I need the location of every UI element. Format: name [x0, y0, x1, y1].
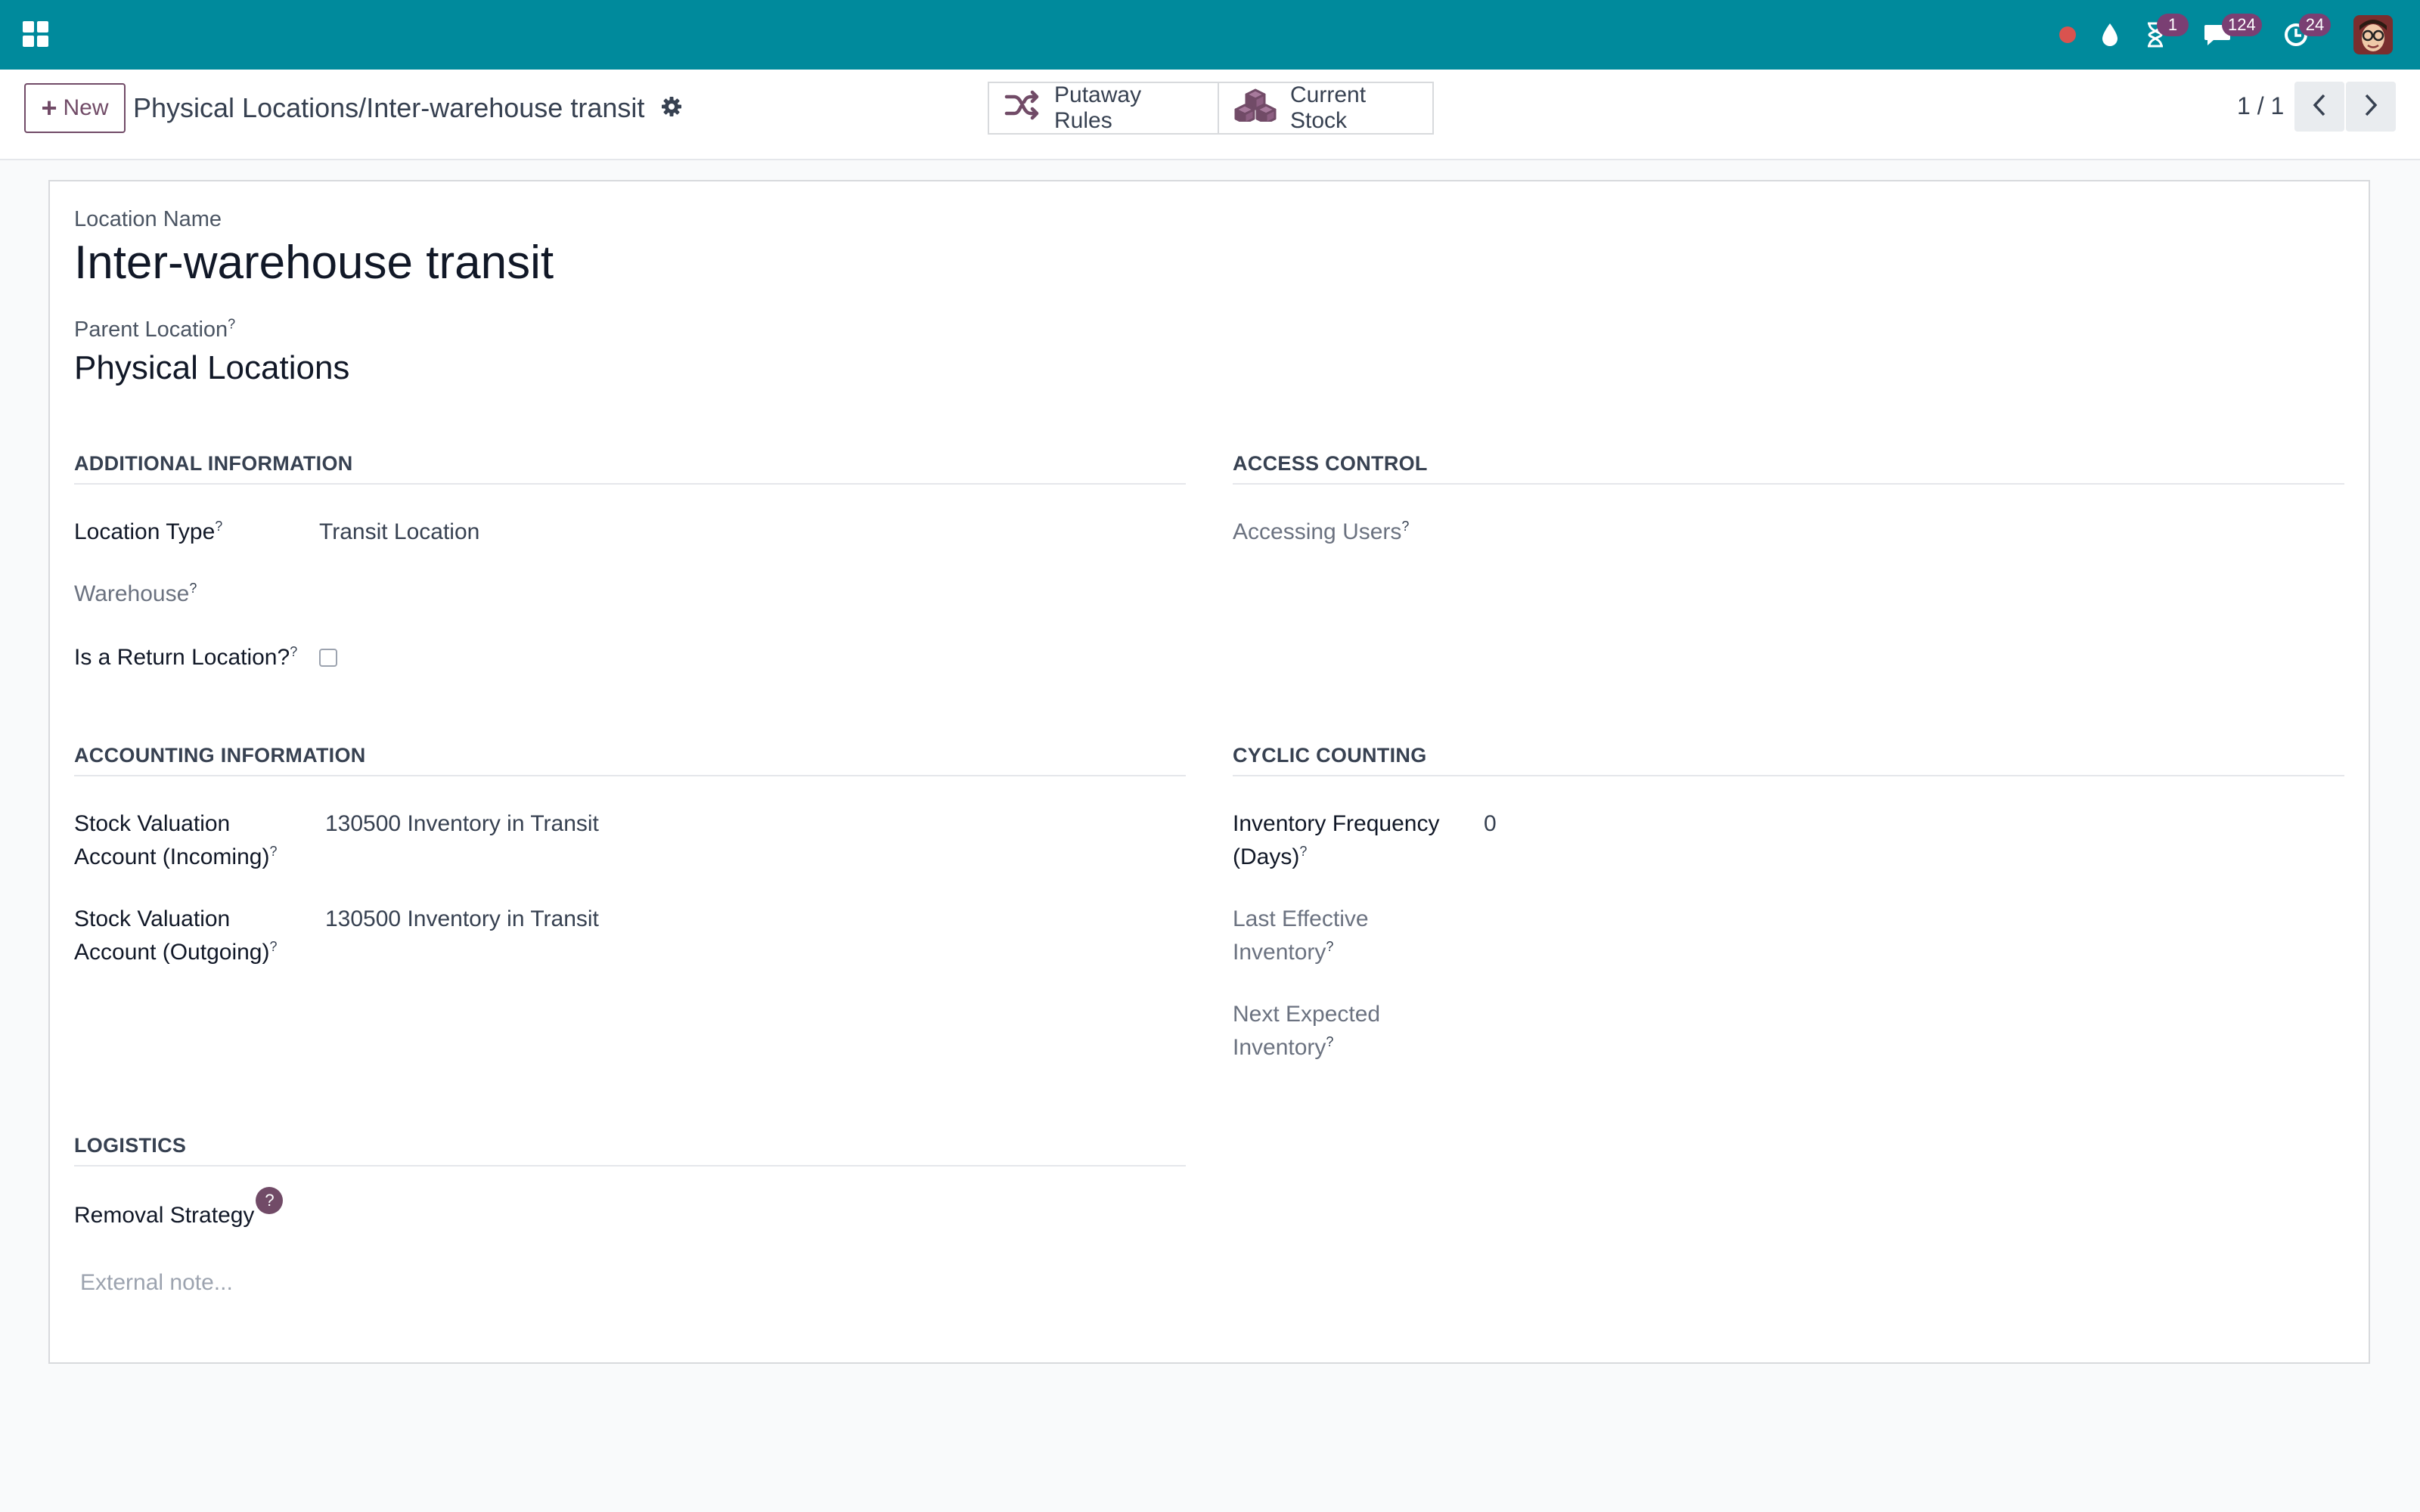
breadcrumb-current: Inter-warehouse transit	[366, 92, 645, 123]
warehouse-label: Warehouse?	[74, 581, 197, 606]
activity-badge: 1	[2157, 14, 2189, 36]
parent-location-label: Parent Location?	[74, 316, 236, 342]
valuation-outgoing-field[interactable]: 130500 Inventory in Transit	[325, 903, 599, 936]
warehouse-help[interactable]: ?	[189, 581, 197, 596]
cyclic-counting-heading: CYCLIC COUNTING	[1233, 744, 2344, 776]
pager-value[interactable]: 1 / 1	[2237, 92, 2284, 120]
inventory-frequency-help[interactable]: ?	[1299, 844, 1307, 859]
return-location-checkbox[interactable]	[319, 649, 337, 667]
chat-badge: 124	[2222, 14, 2262, 36]
valuation-incoming-help[interactable]: ?	[269, 844, 277, 859]
cubes-icon	[1234, 88, 1277, 128]
new-record-button[interactable]: + New	[24, 83, 126, 133]
location-type-label: Location Type?	[74, 519, 223, 544]
location-type-select[interactable]: Transit Location	[319, 516, 479, 549]
valuation-incoming-field[interactable]: 130500 Inventory in Transit	[325, 807, 599, 841]
additional-information-heading: ADDITIONAL INFORMATION	[74, 452, 1186, 485]
next-expected-inventory-help[interactable]: ?	[1326, 1034, 1333, 1049]
new-button-label: New	[63, 95, 109, 120]
pager-next-button[interactable]	[2346, 82, 2396, 132]
chevron-left-icon	[2310, 93, 2328, 121]
user-avatar[interactable]	[2353, 15, 2393, 54]
activity-hourglass-icon[interactable]: 1	[2140, 14, 2189, 54]
parent-location-help[interactable]: ?	[228, 316, 235, 331]
shuffle-icon	[1004, 90, 1041, 126]
breadcrumb: Physical Locations/Inter-warehouse trans…	[133, 92, 682, 124]
return-location-label: Is a Return Location??	[74, 644, 298, 670]
valuation-incoming-label: Stock Valuation Account (Incoming)?	[74, 811, 278, 869]
last-effective-inventory-label: Last Effective Inventory?	[1233, 906, 1369, 965]
clock-badge: 24	[2299, 14, 2331, 36]
chat-icon[interactable]: 124	[2201, 14, 2262, 54]
current-stock-button[interactable]: Current Stock	[1218, 82, 1432, 133]
valuation-outgoing-label: Stock Valuation Account (Outgoing)?	[74, 906, 278, 965]
putaway-rules-label: Putaway Rules	[1054, 82, 1142, 133]
record-dot-icon[interactable]	[2054, 15, 2081, 54]
last-effective-inventory-help[interactable]: ?	[1326, 939, 1333, 954]
access-control-heading: ACCESS CONTROL	[1233, 452, 2344, 485]
putaway-rules-button[interactable]: Putaway Rules	[989, 82, 1218, 133]
location-name-label: Location Name	[74, 207, 222, 231]
smart-buttons: Putaway Rules Current Stock	[988, 82, 1434, 135]
breadcrumb-separator: /	[358, 92, 367, 123]
clock-icon[interactable]: 24	[2281, 14, 2331, 54]
chevron-right-icon	[2362, 93, 2380, 121]
accounting-information-heading: ACCOUNTING INFORMATION	[74, 744, 1186, 776]
return-location-help[interactable]: ?	[290, 644, 297, 659]
gear-icon[interactable]	[661, 92, 682, 124]
external-note-field[interactable]: External note...	[80, 1270, 233, 1296]
location-type-help[interactable]: ?	[215, 519, 222, 534]
current-stock-label: Current Stock	[1290, 82, 1367, 133]
control-panel: + New Physical Locations/Inter-warehouse…	[0, 70, 2420, 160]
logistics-heading: LOGISTICS	[74, 1134, 1186, 1167]
parent-location-field[interactable]: Physical Locations	[74, 349, 349, 387]
inventory-frequency-input[interactable]: 0	[1484, 807, 1497, 841]
next-expected-inventory-label: Next Expected Inventory?	[1233, 1002, 1381, 1060]
pager-previous-button[interactable]	[2294, 82, 2344, 132]
removal-strategy-help-icon[interactable]: ?	[256, 1187, 284, 1214]
inventory-frequency-label: Inventory Frequency (Days)?	[1233, 811, 1440, 869]
apps-menu-icon[interactable]	[23, 21, 48, 47]
plus-icon: +	[41, 92, 57, 123]
form-sheet: Location Name Inter-warehouse transit Pa…	[48, 180, 2370, 1364]
accessing-users-help[interactable]: ?	[1401, 519, 1409, 534]
valuation-outgoing-help[interactable]: ?	[269, 939, 277, 954]
top-navbar: 1 124 24	[0, 0, 2420, 70]
accessing-users-label: Accessing Users?	[1233, 519, 1410, 544]
location-name-input[interactable]: Inter-warehouse transit	[74, 236, 554, 290]
droplet-icon[interactable]	[2095, 15, 2125, 54]
removal-strategy-label: Removal Strategy?	[74, 1187, 284, 1232]
breadcrumb-parent-link[interactable]: Physical Locations	[133, 92, 358, 123]
